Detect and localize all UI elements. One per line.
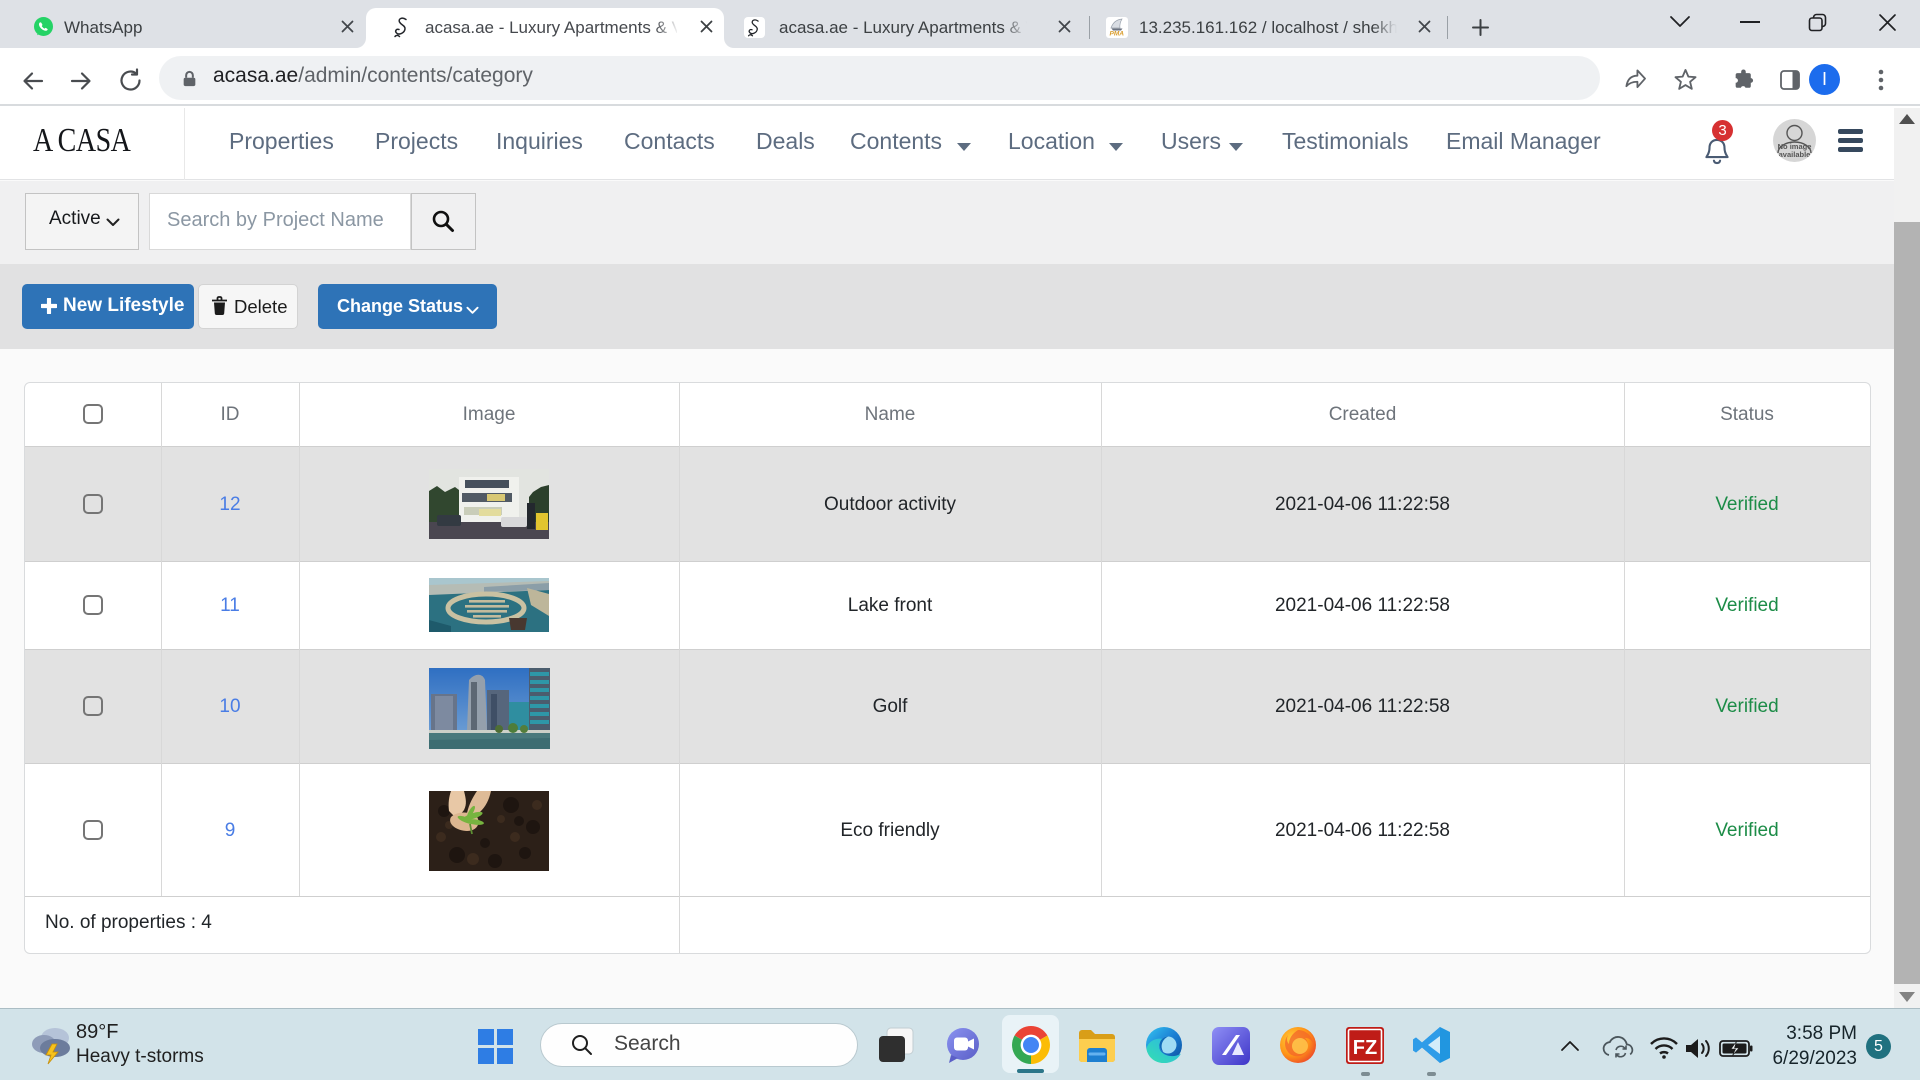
svg-text:FZ: FZ [1353,1037,1377,1059]
svg-text:PMA: PMA [1110,31,1125,38]
svg-text:available: available [1779,150,1811,159]
